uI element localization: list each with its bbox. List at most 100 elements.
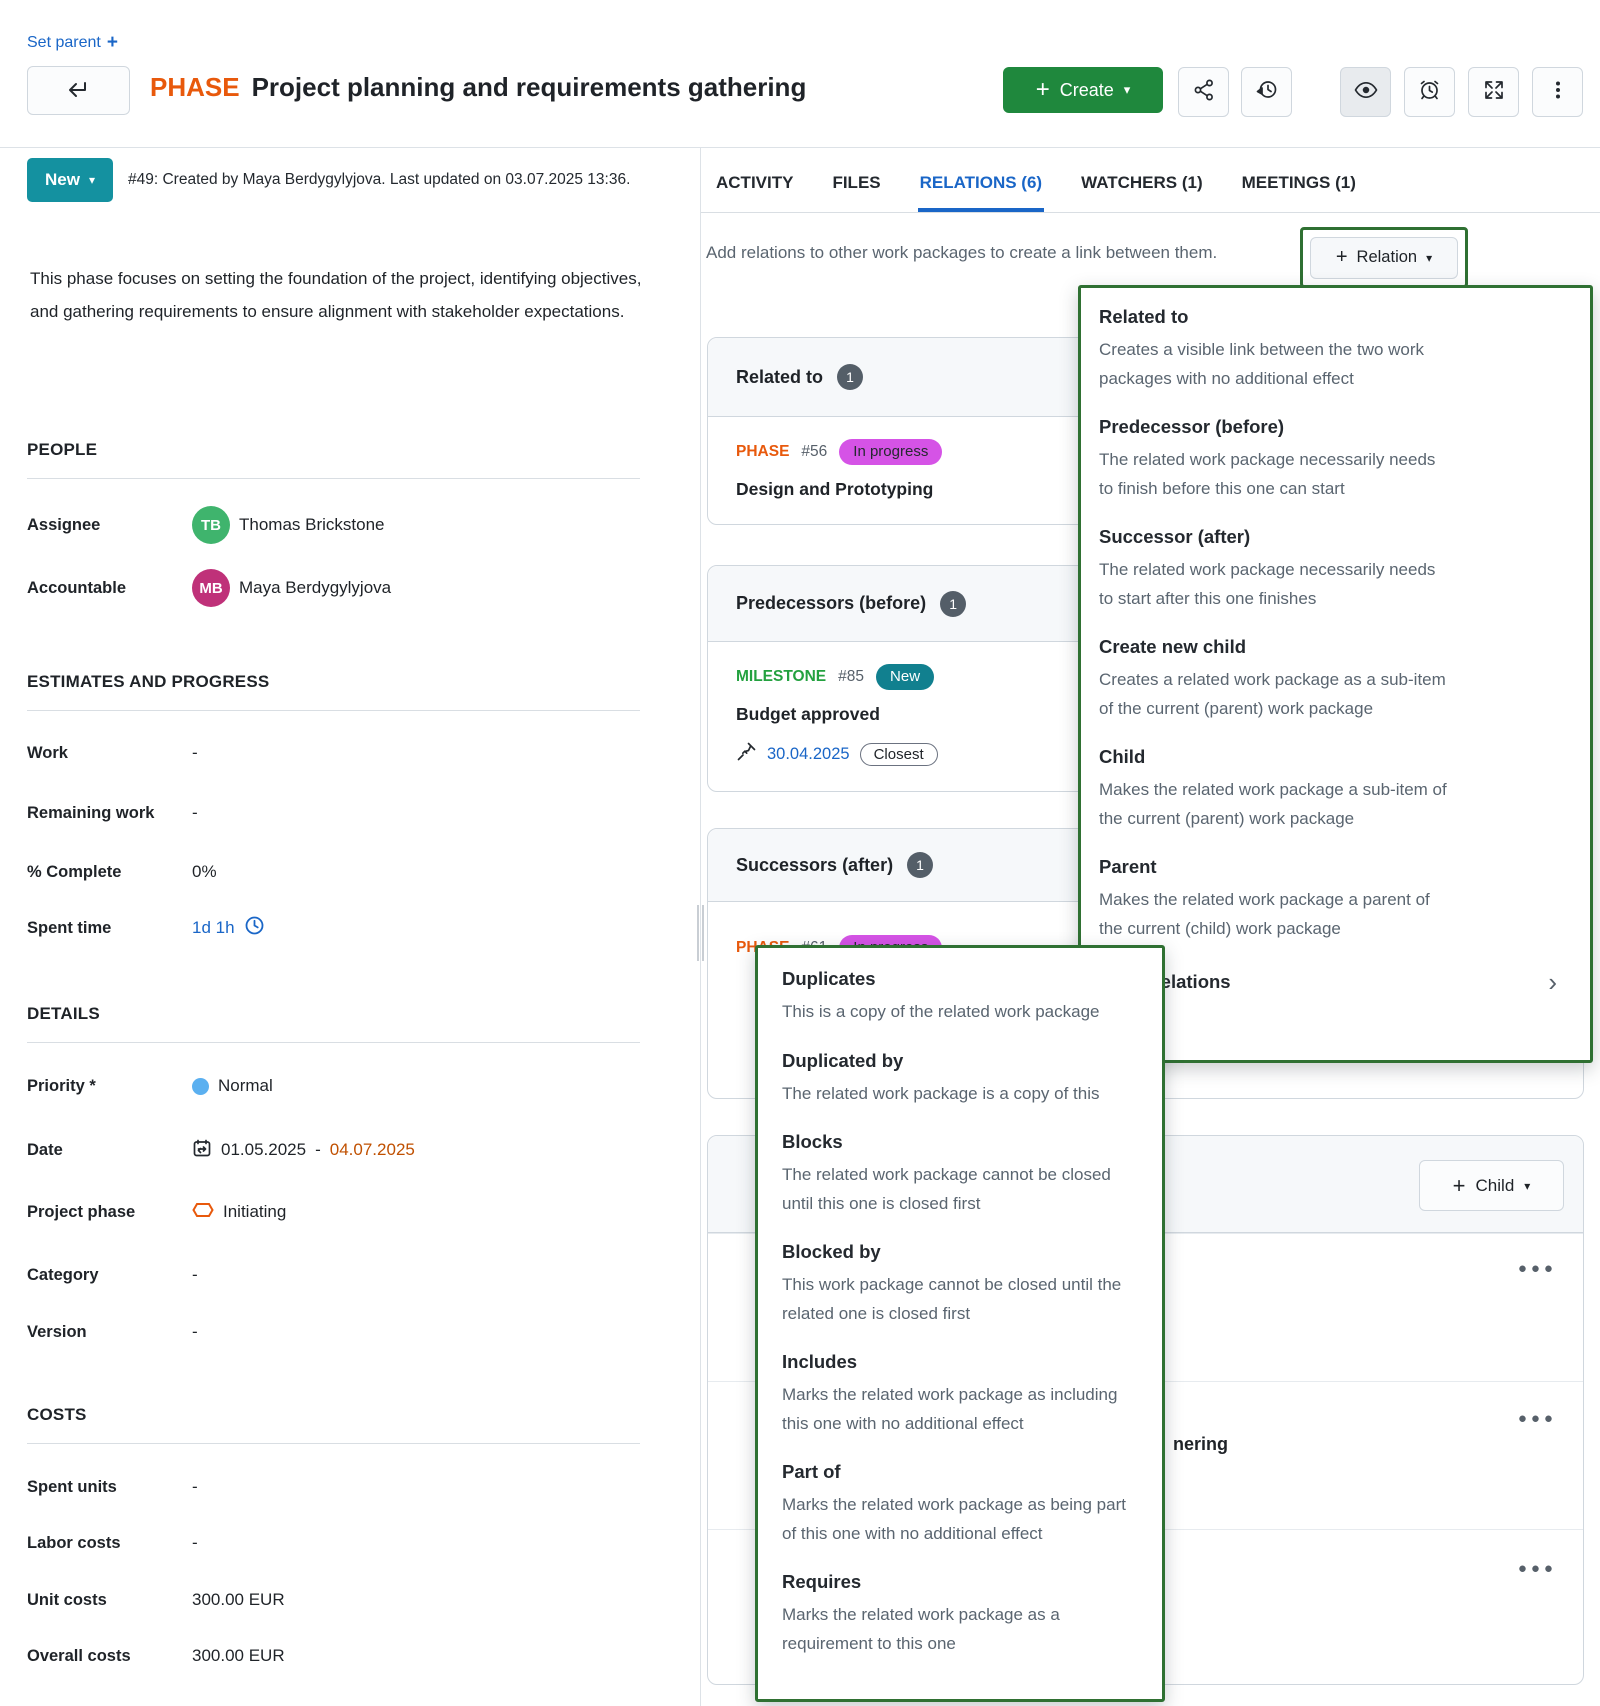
add-child-button[interactable]: + Child ▾ <box>1419 1160 1564 1211</box>
creation-meta-text: #49: Created by Maya Berdygylyjova. Last… <box>128 171 673 189</box>
count-badge: 1 <box>837 364 863 390</box>
remaining-work-value[interactable]: - <box>192 803 198 823</box>
category-label: Category <box>27 1266 192 1285</box>
history-clock-icon <box>1254 77 1279 107</box>
avatar: MB <box>192 569 230 607</box>
menu-item-successor[interactable]: Successor (after) The related work packa… <box>1099 526 1590 613</box>
status-dropdown-button[interactable]: New ▾ <box>27 158 113 202</box>
relation-date[interactable]: 30.04.2025 <box>767 745 850 764</box>
accountable-row: Accountable MB Maya Berdygylyjova <box>27 568 640 608</box>
chevron-down-icon: ▾ <box>1524 1179 1530 1193</box>
clipped-child-title-fragment[interactable]: nering <box>1173 1434 1228 1455</box>
menu-item-blocks[interactable]: Blocks The related work package cannot b… <box>782 1131 1138 1218</box>
work-package-type[interactable]: PHASE <box>736 443 789 461</box>
count-badge: 1 <box>907 852 933 878</box>
menu-item-parent[interactable]: Parent Makes the related work package a … <box>1099 856 1590 943</box>
menu-item-requires[interactable]: Requires Marks the related work package … <box>782 1571 1138 1658</box>
tab-meetings[interactable]: MEETINGS (1) <box>1240 158 1358 212</box>
row-menu-button[interactable]: ●●● <box>1518 1410 1557 1427</box>
menu-item-duplicated-by[interactable]: Duplicated by The related work package i… <box>782 1050 1138 1109</box>
work-value[interactable]: - <box>192 743 198 763</box>
share-icon <box>1192 78 1216 107</box>
percent-complete-row: % Complete 0% <box>27 852 640 892</box>
work-label: Work <box>27 744 192 763</box>
chevron-down-icon: ▾ <box>1426 251 1432 265</box>
spent-time-value[interactable]: 1d 1h <box>192 918 235 938</box>
reminder-button[interactable] <box>1404 67 1455 117</box>
menu-item-child[interactable]: Child Makes the related work package a s… <box>1099 746 1590 833</box>
menu-item-create-new-child[interactable]: Create new child Creates a related work … <box>1099 636 1590 723</box>
work-package-type[interactable]: MILESTONE <box>736 668 826 686</box>
project-phase-value[interactable]: Initiating <box>192 1202 286 1223</box>
priority-dot-icon <box>192 1078 209 1095</box>
work-package-id[interactable]: #85 <box>838 668 864 686</box>
activity-history-button[interactable] <box>1241 67 1292 117</box>
menu-item-includes[interactable]: Includes Marks the related work package … <box>782 1351 1138 1438</box>
status-badge: In progress <box>839 439 942 465</box>
back-button[interactable] <box>27 66 130 115</box>
tab-relations[interactable]: RELATIONS (6) <box>918 158 1044 212</box>
project-phase-text: Initiating <box>223 1202 286 1222</box>
add-relation-button[interactable]: + Relation ▾ <box>1310 237 1458 279</box>
panel-resize-handle[interactable] <box>694 905 707 961</box>
fullscreen-button[interactable] <box>1468 67 1519 117</box>
priority-value[interactable]: Normal <box>192 1076 273 1096</box>
menu-item-related-to[interactable]: Related to Creates a visible link betwee… <box>1099 306 1590 393</box>
date-label: Date <box>27 1141 192 1160</box>
date-row: Date 01.05.2025 - 04.07.2025 <box>27 1130 640 1170</box>
set-parent-label: Set parent <box>27 34 101 52</box>
accountable-value[interactable]: MB Maya Berdygylyjova <box>192 569 391 607</box>
relation-button-highlight: + Relation ▾ <box>1300 227 1468 288</box>
pin-icon <box>736 741 757 767</box>
set-parent-link[interactable]: Set parent + <box>27 32 118 54</box>
other-relations-menu: Duplicates This is a copy of the related… <box>755 945 1165 1702</box>
menu-item-part-of[interactable]: Part of Marks the related work package a… <box>782 1461 1138 1548</box>
project-phase-row: Project phase Initiating <box>27 1192 640 1232</box>
alarm-clock-icon <box>1417 77 1442 107</box>
page-title[interactable]: PHASE Project planning and requirements g… <box>150 72 806 103</box>
priority-row: Priority * Normal <box>27 1066 640 1106</box>
clock-icon[interactable] <box>244 915 265 941</box>
create-button[interactable]: + Create ▾ <box>1003 67 1163 113</box>
relations-intro-text: Add relations to other work packages to … <box>706 243 1217 263</box>
assignee-value[interactable]: TB Thomas Brickstone <box>192 506 385 544</box>
percent-complete-label: % Complete <box>27 863 192 882</box>
work-package-id[interactable]: #56 <box>801 443 827 461</box>
category-value[interactable]: - <box>192 1265 198 1285</box>
category-row: Category - <box>27 1255 640 1295</box>
row-menu-button[interactable]: ●●● <box>1518 1560 1557 1577</box>
phase-gate-icon <box>192 1202 214 1223</box>
date-value[interactable]: 01.05.2025 - 04.07.2025 <box>192 1138 415 1163</box>
add-child-label: Child <box>1476 1176 1515 1196</box>
section-divider <box>27 1042 640 1043</box>
menu-item-duplicates[interactable]: Duplicates This is a copy of the related… <box>782 968 1138 1027</box>
menu-item-other-relations[interactable]: Other relations › <box>1099 969 1557 995</box>
tab-activity[interactable]: ACTIVITY <box>714 158 795 212</box>
section-divider <box>27 710 640 711</box>
version-value[interactable]: - <box>192 1322 198 1342</box>
status-label: New <box>45 170 80 190</box>
work-package-title: Project planning and requirements gather… <box>252 72 807 102</box>
unit-costs-value[interactable]: 300.00 EUR <box>192 1590 285 1610</box>
add-relation-label: Relation <box>1357 248 1418 267</box>
tab-watchers[interactable]: WATCHERS (1) <box>1079 158 1205 212</box>
chevron-down-icon: ▾ <box>89 173 95 187</box>
work-package-page: Set parent + PHASE Project planning and r… <box>0 0 1600 1706</box>
version-label: Version <box>27 1323 192 1342</box>
percent-complete-value[interactable]: 0% <box>192 862 217 882</box>
share-button[interactable] <box>1178 67 1229 117</box>
work-package-type-label: PHASE <box>150 72 240 102</box>
menu-item-predecessor[interactable]: Predecessor (before) The related work pa… <box>1099 416 1590 503</box>
menu-item-blocked-by[interactable]: Blocked by This work package cannot be c… <box>782 1241 1138 1328</box>
spent-units-value[interactable]: - <box>192 1477 198 1497</box>
chevron-down-icon: ▾ <box>1124 82 1131 98</box>
watch-button[interactable] <box>1340 67 1391 117</box>
row-menu-button[interactable]: ●●● <box>1518 1260 1557 1277</box>
more-options-button[interactable] <box>1532 67 1583 117</box>
closest-chip: Closest <box>860 743 938 766</box>
overall-costs-value[interactable]: 300.00 EUR <box>192 1646 285 1666</box>
description-text[interactable]: This phase focuses on setting the founda… <box>30 262 645 328</box>
tab-files[interactable]: FILES <box>830 158 882 212</box>
calendar-icon <box>192 1138 212 1163</box>
labor-costs-value[interactable]: - <box>192 1533 198 1553</box>
